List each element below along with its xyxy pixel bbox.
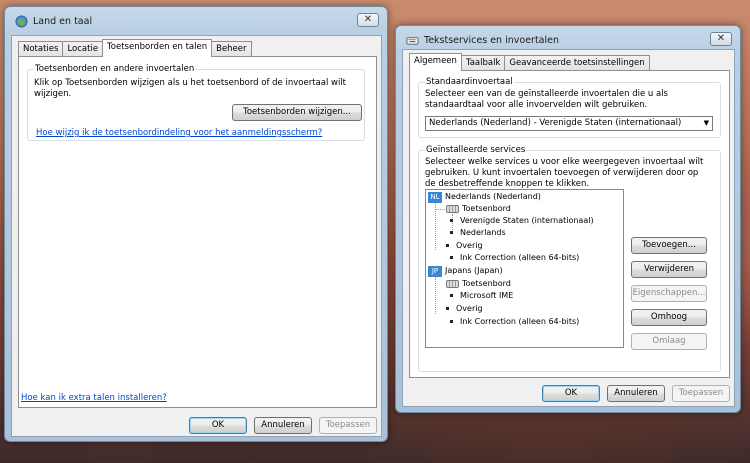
default-language-group: Standaardinvoertaal Selecteer een van de… — [418, 77, 721, 138]
tree-node-nl[interactable]: NL Nederlands (Nederland) — [428, 192, 541, 203]
tree-node-nl-keyboard[interactable]: Toetsenbord — [446, 204, 511, 214]
change-keyboards-button[interactable]: Toetsenborden wijzigen... — [232, 104, 362, 121]
dialog-client: Notaties Locatie Toetsenborden en talen … — [11, 35, 382, 437]
tab-beheer[interactable]: Beheer — [211, 41, 252, 57]
jp-badge: JP — [428, 266, 442, 277]
bullet-icon — [446, 244, 449, 247]
selected-value: Nederlands (Nederland) - Verenigde State… — [429, 118, 682, 128]
tree-node-nl-other[interactable]: Overig — [446, 241, 483, 251]
bullet-icon — [446, 307, 449, 310]
tab-bar: Notaties Locatie Toetsenborden en talen … — [18, 39, 252, 57]
login-keyboard-link[interactable]: Hoe wijzig ik de toetsenbordindeling voo… — [36, 128, 322, 138]
apply-button[interactable]: Toepassen — [672, 385, 730, 402]
keyboard-icon — [446, 279, 459, 288]
nl-other: Overig — [456, 241, 483, 250]
tree-node-jp-ink[interactable]: Ink Correction (alleen 64-bits) — [450, 317, 579, 327]
jp-keyboard: Toetsenbord — [462, 279, 511, 288]
nl-label: Nederlands (Nederland) — [445, 192, 541, 201]
bullet-icon — [450, 219, 453, 222]
window-title: Land en taal — [33, 16, 93, 27]
default-language-select[interactable]: Nederlands (Nederland) - Verenigde State… — [425, 116, 713, 131]
tab-advanced-key-settings[interactable]: Geavanceerde toetsinstellingen — [504, 55, 650, 71]
bullet-icon — [450, 256, 453, 259]
move-up-button[interactable]: Omhoog — [631, 309, 707, 326]
nl-badge: NL — [428, 192, 442, 203]
jp-ink: Ink Correction (alleen 64-bits) — [460, 317, 580, 326]
tab-panel: Toetsenborden en andere invoertalen Klik… — [18, 56, 377, 408]
tab-keyboards-languages[interactable]: Toetsenborden en talen — [102, 39, 213, 57]
tree-line — [435, 277, 436, 314]
tree-node-jp-keyboard[interactable]: Toetsenbord — [446, 279, 511, 289]
group-title: Standaardinvoertaal — [425, 77, 514, 87]
tree-node-jp-other[interactable]: Overig — [446, 304, 483, 314]
tab-panel: Standaardinvoertaal Selecteer een van de… — [409, 70, 730, 378]
text-services-window: Tekstservices en invoertalen ✕ Algemeen … — [395, 25, 741, 413]
tree-node-nl-ink[interactable]: Ink Correction (alleen 64-bits) — [450, 253, 579, 263]
tree-node-nl-kb2[interactable]: Nederlands — [450, 228, 506, 238]
properties-button[interactable]: Eigenschappen... — [631, 285, 707, 302]
globe-icon — [15, 15, 28, 28]
cancel-button[interactable]: Annuleren — [254, 417, 312, 434]
keyboard-icon — [406, 37, 419, 45]
tab-algemeen[interactable]: Algemeen — [409, 53, 462, 71]
add-button[interactable]: Toevoegen... — [631, 237, 707, 254]
jp-kb1: Microsoft IME — [460, 291, 514, 300]
ok-button[interactable]: OK — [542, 385, 600, 402]
tree-node-jp[interactable]: JP Japans (Japan) — [428, 266, 503, 277]
apply-button[interactable]: Toepassen — [319, 417, 377, 434]
nl-kb1: Verenigde Staten (internationaal) — [460, 216, 594, 225]
jp-other: Overig — [456, 304, 483, 313]
cancel-button[interactable]: Annuleren — [607, 385, 665, 402]
region-language-window: Land en taal ✕ Notaties Locatie Toetsenb… — [4, 6, 388, 442]
close-button[interactable]: ✕ — [710, 32, 732, 46]
install-languages-link[interactable]: Hoe kan ik extra talen installeren? — [21, 393, 167, 403]
services-tree[interactable]: NL Nederlands (Nederland) Toetsenbord Ver… — [425, 189, 624, 348]
nl-keyboard: Toetsenbord — [462, 204, 511, 213]
tree-node-jp-kb1[interactable]: Microsoft IME — [450, 291, 513, 301]
group-description: Klik op Toetsenborden wijzigen als u het… — [34, 78, 347, 99]
move-down-button[interactable]: Omlaag — [631, 333, 707, 350]
nl-kb2: Nederlands — [460, 228, 506, 237]
tree-line — [435, 209, 445, 210]
keyboards-group: Toetsenborden en andere invoertalen Klik… — [27, 64, 365, 141]
tab-locatie[interactable]: Locatie — [62, 41, 104, 57]
remove-button[interactable]: Verwijderen — [631, 261, 707, 278]
installed-services-group: Geïnstalleerde services Selecteer welke … — [418, 145, 721, 372]
jp-label: Japans (Japan) — [445, 266, 503, 275]
bullet-icon — [450, 320, 453, 323]
tree-line — [435, 203, 436, 250]
tab-taalbalk[interactable]: Taalbalk — [460, 55, 506, 71]
titlebar: Land en taal ✕ — [5, 7, 387, 35]
dialog-client: Algemeen Taalbalk Geavanceerde toetsinst… — [402, 49, 735, 407]
tab-notaties[interactable]: Notaties — [18, 41, 64, 57]
group-title: Geïnstalleerde services — [425, 145, 527, 155]
group-description: Selecteer welke services u voor elke wee… — [425, 157, 704, 189]
bullet-icon — [450, 294, 453, 297]
bullet-icon — [450, 231, 453, 234]
group-description: Selecteer een van de geïnstalleerde invo… — [425, 89, 668, 110]
close-button[interactable]: ✕ — [357, 13, 379, 27]
group-title: Toetsenborden en andere invoertalen — [34, 64, 196, 74]
nl-ink: Ink Correction (alleen 64-bits) — [460, 253, 580, 262]
window-title: Tekstservices en invoertalen — [424, 35, 559, 46]
chevron-down-icon: ▼ — [703, 119, 709, 127]
tab-bar: Algemeen Taalbalk Geavanceerde toetsinst… — [409, 53, 650, 71]
ok-button[interactable]: OK — [189, 417, 247, 434]
keyboard-icon — [446, 204, 459, 213]
tree-node-nl-kb1[interactable]: Verenigde Staten (internationaal) — [450, 216, 594, 226]
